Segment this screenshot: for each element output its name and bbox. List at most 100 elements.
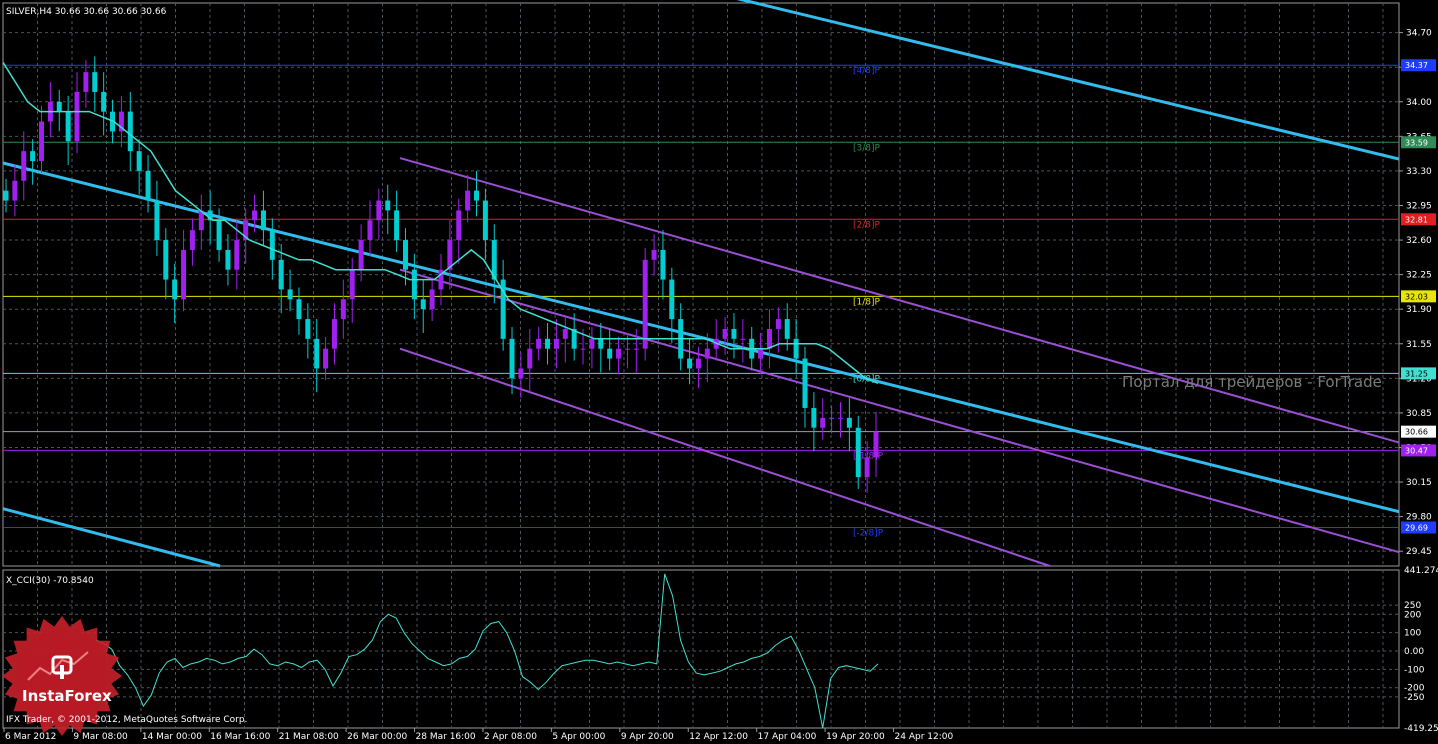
level-label: [3/8]P (853, 143, 881, 153)
cci-tick-label: 441.274 (1404, 566, 1438, 576)
level-badge-text: 33.59 (1405, 138, 1428, 147)
x-tick-label: 9 Mar 08:00 (73, 732, 128, 742)
candle-body (518, 368, 524, 379)
candle-body (234, 240, 240, 270)
candle-body (358, 240, 364, 270)
candle-body (465, 190, 471, 211)
candle-body (172, 279, 178, 300)
x-tick-label: 9 Apr 20:00 (621, 732, 674, 742)
candle-body (189, 230, 195, 250)
candle-body (12, 180, 18, 201)
candle-body (456, 210, 462, 241)
x-tick-label: 6 Mar 2012 (5, 732, 56, 742)
candle-body (225, 249, 231, 270)
candle-body (829, 417, 835, 419)
candle-body (758, 348, 764, 359)
candle-body (296, 299, 302, 320)
candle-body (624, 348, 630, 350)
x-tick-label: 2 Apr 08:00 (484, 732, 537, 742)
candle-body (394, 210, 400, 241)
candle-body (216, 220, 222, 250)
candle-body (269, 230, 275, 260)
candle-body (766, 328, 772, 349)
cci-tick-label: -419.254 (1404, 724, 1438, 734)
chart-title: SILVER,H4 30.66 30.66 30.66 30.66 (6, 7, 167, 17)
candle-body (864, 457, 870, 478)
watermark-text: Портал для трейдеров - ForTrade (1122, 373, 1382, 391)
candle-body (323, 348, 329, 369)
candle-body (482, 200, 488, 241)
candle-body (420, 299, 426, 310)
candle-body (3, 190, 9, 201)
candle-body (820, 417, 826, 428)
logo-text: InstaForex (22, 687, 112, 705)
candle-body (580, 348, 586, 350)
x-tick-label: 28 Mar 16:00 (416, 732, 476, 742)
x-tick-label: 16 Mar 16:00 (210, 732, 270, 742)
level-badge-text: 32.03 (1405, 292, 1428, 301)
chart-canvas[interactable]: [4/8]P[3/8]P[2/8]P[1/8]P[0/8]P[-1/8]P[-2… (0, 0, 1438, 744)
y-tick-label: 29.45 (1406, 547, 1432, 557)
candle-body (846, 417, 852, 428)
y-tick-label: 34.00 (1406, 98, 1432, 108)
candle-body (331, 319, 337, 349)
candle-body (607, 348, 613, 359)
candle-body (642, 259, 648, 349)
candle-body (873, 431, 879, 458)
candle-body (474, 190, 480, 201)
cci-tick-label: 200 (1404, 610, 1421, 620)
candle-body (411, 269, 417, 300)
cci-tick-label: -250 (1404, 693, 1425, 703)
level-badge-text: 30.47 (1405, 446, 1428, 455)
candle-body (287, 289, 293, 300)
candle-body (83, 72, 89, 92)
candle-body (651, 249, 657, 260)
candle-body (553, 338, 559, 349)
y-tick-label: 30.15 (1406, 478, 1432, 488)
candle-body (669, 279, 675, 320)
level-label: [1/8]P (853, 297, 881, 307)
y-tick-label: 34.70 (1406, 29, 1432, 39)
candle-body (30, 151, 36, 162)
candle-body (349, 269, 355, 300)
candle-body (74, 91, 80, 142)
candle-body (101, 91, 107, 112)
candle-body (376, 200, 382, 221)
level-label: [4/8]P (853, 66, 881, 76)
candle-body (145, 170, 151, 201)
candle-body (811, 407, 817, 428)
y-tick-label: 31.90 (1406, 305, 1432, 315)
candle-body (429, 289, 435, 310)
x-tick-label: 17 Apr 04:00 (758, 732, 817, 742)
last-price-badge-text: 30.66 (1405, 428, 1428, 437)
candle-body (545, 338, 551, 349)
y-tick-label: 33.30 (1406, 167, 1432, 177)
candle-body (695, 358, 701, 369)
candle-body (722, 328, 728, 339)
cci-title: X_CCI(30) -70.8540 (6, 576, 94, 586)
candle-body (527, 348, 533, 369)
candle-body (367, 220, 373, 241)
level-badge-text: 32.81 (1405, 215, 1428, 224)
candle-body (704, 348, 710, 359)
candle-body (305, 319, 311, 339)
candle-body (616, 348, 622, 359)
candle-body (562, 328, 568, 339)
y-tick-label: 30.85 (1406, 409, 1432, 419)
candle-body (536, 338, 542, 349)
candle-body (21, 151, 27, 181)
x-tick-label: 19 Apr 20:00 (826, 732, 885, 742)
candle-body (687, 358, 693, 369)
x-tick-label: 26 Mar 00:00 (347, 732, 407, 742)
candle-body (154, 200, 160, 241)
copyright-text: IFX Trader, © 2001-2012, MetaQuotes Soft… (6, 715, 247, 725)
candle-body (127, 111, 133, 152)
candle-body (802, 358, 808, 408)
candle-body (252, 210, 258, 221)
level-label: [-2/8]P (853, 528, 884, 538)
candle-body (56, 101, 62, 112)
candle-body (163, 240, 169, 280)
candle-body (260, 210, 266, 231)
candle-body (793, 338, 799, 359)
level-badge-text: 29.69 (1405, 523, 1428, 532)
